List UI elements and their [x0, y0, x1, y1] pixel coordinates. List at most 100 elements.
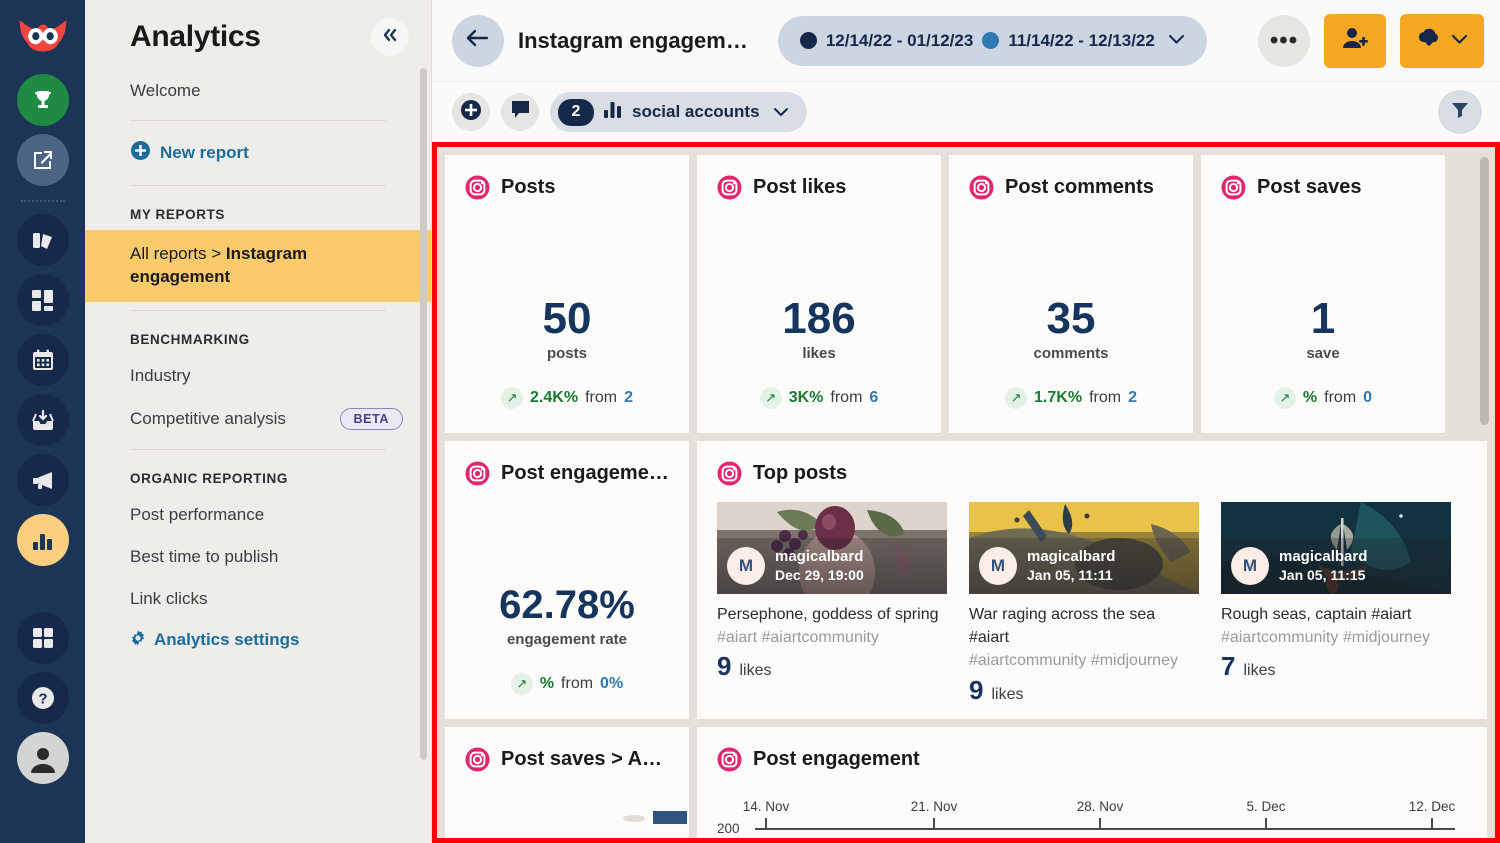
rail-item-profile[interactable]	[16, 732, 69, 784]
arrow-up-right-icon: ↗	[1273, 387, 1296, 409]
metric-delta: ↗ 1.7K% from 2	[1005, 387, 1137, 409]
metric-card-post-likes[interactable]: Post likes 186 likes ↗ 3K% from 6	[697, 155, 941, 433]
content-scrollbar[interactable]	[1480, 157, 1489, 425]
more-options-button[interactable]: •••	[1258, 14, 1310, 67]
rail-item-calendar[interactable]	[16, 334, 69, 386]
post-overlay: M magicalbard Jan 05, 11:11	[969, 538, 1199, 594]
metric-delta: ↗ 2.4K% from 2	[501, 387, 633, 409]
plus-circle-icon	[130, 140, 151, 166]
avatar: M	[979, 547, 1017, 585]
date-range-selector[interactable]: 12/14/22 - 01/12/23 11/14/22 - 12/13/22	[777, 15, 1207, 66]
post-caption: Persephone, goddess of spring	[717, 606, 939, 623]
sidebar-item-link-clicks[interactable]: Link clicks	[85, 578, 431, 620]
post-likes-label: likes	[1243, 662, 1276, 680]
export-button[interactable]	[1400, 13, 1484, 68]
four-squares-icon	[32, 627, 54, 649]
list-item[interactable]: M magicalbard Dec 29, 19:00 Persephone, …	[717, 502, 947, 706]
sidebar-new-report-button[interactable]: New report	[85, 129, 431, 177]
back-button[interactable]	[452, 14, 504, 67]
card-header: Post saves	[1201, 155, 1445, 200]
instagram-icon	[1221, 175, 1246, 200]
post-likes-label: likes	[739, 662, 772, 680]
post-meta: magicalbard Jan 05, 11:11	[1027, 548, 1115, 584]
instagram-icon	[717, 175, 742, 200]
rail-item-planner[interactable]	[16, 274, 69, 326]
delta-percent: 2.4K%	[530, 389, 579, 406]
metric-card-posts[interactable]: Posts 50 posts ↗ 2.4K% from 2	[445, 155, 689, 433]
card-title: Posts	[501, 176, 556, 198]
post-date: Jan 05, 11:15	[1279, 566, 1366, 583]
rail-item-apps[interactable]	[16, 612, 69, 664]
post-thumbnail[interactable]: M magicalbard Jan 05, 11:11	[969, 502, 1199, 594]
delta-percent: 3K%	[788, 389, 824, 406]
rail-item-help[interactable]: ?	[16, 672, 69, 724]
card-title: Post engageme…	[501, 462, 669, 484]
sidebar-scrollbar[interactable]	[420, 68, 427, 760]
sidebar-item-instagram-engagement[interactable]: All reports > Instagram engagement	[85, 230, 431, 302]
metric-unit: posts	[546, 345, 587, 362]
grid-panels-icon	[31, 289, 54, 312]
card-title: Post engagement	[753, 748, 920, 770]
top-posts-card[interactable]: Top posts M magicalbard Dec 29, 19:00 Pe…	[697, 441, 1487, 719]
metric-card-post-saves[interactable]: Post saves 1 save ↗ % from 0	[1201, 155, 1445, 433]
post-thumbnail[interactable]: M magicalbard Dec 29, 19:00	[717, 502, 947, 594]
report-title: Instagram engagem…	[518, 27, 748, 53]
rail-item-inbox[interactable]	[16, 394, 69, 446]
metric-delta: ↗ 3K% from 6	[759, 387, 878, 409]
sidebar-header: Analytics	[85, 0, 431, 70]
sidebar-item-welcome[interactable]: Welcome	[85, 70, 431, 112]
add-widget-button[interactable]	[452, 93, 490, 131]
social-accounts-selector[interactable]: 2 social accounts	[550, 92, 807, 132]
rail-item-advertise[interactable]	[16, 454, 69, 506]
social-accounts-label: social accounts	[632, 102, 760, 121]
post-meta: magicalbard Jan 05, 11:15	[1279, 548, 1367, 584]
page-title: Analytics	[130, 20, 261, 53]
gear-icon	[130, 629, 146, 651]
rail-item-compose[interactable]	[16, 134, 69, 186]
x-axis-tick	[1431, 818, 1433, 830]
chevron-down-icon	[1168, 32, 1185, 49]
sidebar-item-best-time-to-publish[interactable]: Best time to publish	[85, 536, 431, 578]
post-overlay: M magicalbard Jan 05, 11:15	[1221, 538, 1451, 594]
sidebar-collapse-button[interactable]	[371, 18, 409, 56]
current-period-range: 12/14/22 - 01/12/23	[825, 30, 974, 50]
sidebar-item-industry[interactable]: Industry	[85, 355, 431, 397]
post-hashtags: #aiartcommunity #midjourney	[969, 652, 1178, 670]
filter-button[interactable]	[1438, 90, 1482, 134]
post-caption: War raging across the sea #aiart	[969, 606, 1156, 647]
rail-item-rewards[interactable]	[16, 74, 69, 126]
sidebar-item-post-performance[interactable]: Post performance	[85, 494, 431, 536]
metric-body: 62.78% engagement rate ↗ % from 0%	[445, 486, 689, 719]
share-invite-button[interactable]	[1324, 13, 1386, 68]
user-avatar-icon	[25, 741, 60, 775]
accounts-count-badge: 2	[558, 98, 594, 126]
card-title: Post comments	[1005, 176, 1154, 198]
post-engagement-chart-card[interactable]: Post engagement 200 14. Nov 21. Nov 28. …	[697, 727, 1487, 838]
sidebar-item-competitive-analysis[interactable]: Competitive analysis BETA	[85, 397, 431, 441]
hootsuite-owl-logo-icon[interactable]	[17, 12, 69, 64]
sidebar-analytics-settings-button[interactable]: Analytics settings	[85, 620, 431, 661]
metric-unit: engagement rate	[506, 631, 628, 648]
list-item[interactable]: M magicalbard Jan 05, 11:11 War raging a…	[969, 502, 1199, 706]
add-comment-button[interactable]	[501, 93, 539, 131]
post-meta: magicalbard Dec 29, 19:00	[775, 548, 864, 584]
svg-text:?: ?	[38, 691, 47, 708]
post-saves-activity-card[interactable]: Post saves > Ac…	[445, 727, 689, 838]
instagram-icon	[465, 461, 490, 486]
post-thumbnail[interactable]: M magicalbard Jan 05, 11:15	[1221, 502, 1451, 594]
sidebar-section-my-reports: MY REPORTS	[130, 207, 226, 222]
arrow-up-right-icon: ↗	[759, 387, 782, 409]
metric-unit: comments	[1033, 345, 1109, 362]
metric-card-post-engagement-rate[interactable]: Post engageme… 62.78% engagement rate ↗ …	[445, 441, 689, 719]
x-axis-tick-label: 12. Dec	[1408, 799, 1456, 814]
post-hashtags: #aiartcommunity #midjourney	[1221, 629, 1430, 647]
rail-item-analytics[interactable]	[16, 514, 69, 566]
metric-value: 1	[1310, 293, 1336, 343]
card-title: Post likes	[753, 176, 847, 198]
list-item[interactable]: M magicalbard Jan 05, 11:15 Rough seas, …	[1221, 502, 1451, 706]
streams-icon	[31, 229, 55, 251]
metric-card-post-comments[interactable]: Post comments 35 comments ↗ 1.7K% from 2	[949, 155, 1193, 433]
previous-period-range: 11/14/22 - 12/13/22	[1008, 30, 1155, 50]
post-date: Dec 29, 19:00	[775, 566, 864, 583]
rail-item-streams[interactable]	[16, 214, 69, 266]
